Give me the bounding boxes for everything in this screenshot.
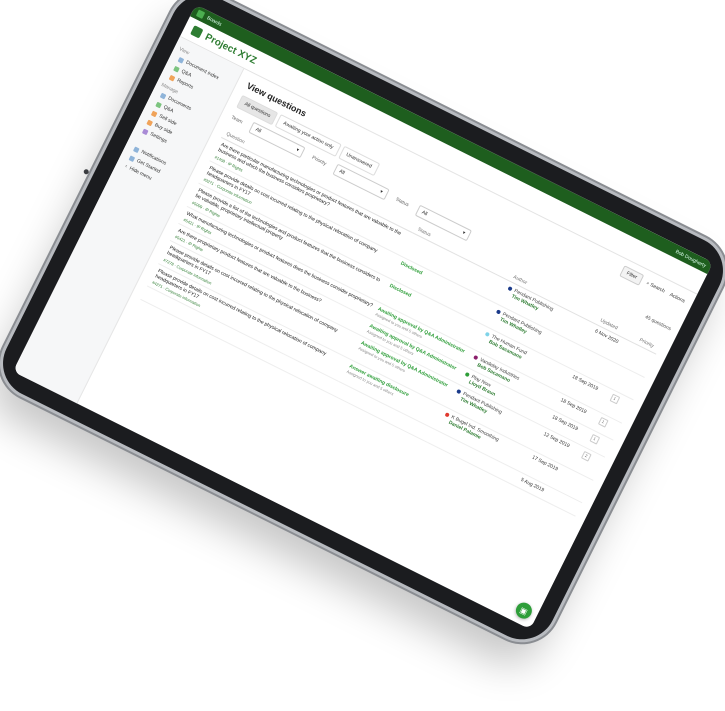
documents-icon — [159, 92, 167, 99]
priority-badge[interactable]: 1 — [597, 416, 609, 428]
chevron-left-icon: ‹ — [124, 163, 129, 170]
team-filter-label: Team — [229, 114, 244, 126]
camera-icon — [82, 168, 90, 176]
author-avatar-dot — [495, 308, 502, 315]
filter-button[interactable]: Filter — [619, 265, 644, 286]
chevron-down-icon: ▾ — [295, 147, 300, 154]
qa-icon — [173, 65, 181, 73]
search-label: Search — [648, 282, 666, 295]
author-avatar-dot — [484, 331, 490, 337]
actions-button[interactable]: Actions — [669, 292, 686, 305]
sidebar-item-label: Q&A — [162, 104, 175, 115]
chat-icon: ▣ — [518, 604, 530, 617]
status-filter-label: Status — [394, 196, 410, 209]
priority-badge[interactable]: 1 — [609, 393, 620, 405]
sidebar-item-label: Q&A — [180, 68, 193, 79]
reports-icon — [168, 74, 176, 82]
priority-badge[interactable]: 2 — [580, 450, 592, 462]
sell-side-icon — [151, 110, 158, 117]
document-icon — [177, 56, 185, 64]
qa-icon — [155, 101, 163, 108]
buy-side-icon — [146, 119, 154, 126]
rocket-icon — [128, 154, 136, 162]
bell-icon — [133, 145, 140, 153]
settings-icon — [142, 128, 149, 135]
author-avatar-dot — [455, 388, 462, 395]
chevron-down-icon: ▾ — [378, 188, 384, 196]
search-button[interactable]: ⌕ Search — [645, 280, 666, 294]
author-avatar-dot — [473, 354, 479, 360]
app-screen: Boards Bob Dougherty Project XYZ View Do… — [12, 4, 714, 630]
tablet-device: Boards Bob Dougherty Project XYZ View Do… — [0, 0, 725, 651]
author-avatar-dot — [507, 285, 513, 292]
priority-filter-label: Priority — [310, 154, 328, 168]
team-select-value: All — [254, 126, 262, 135]
status-select-value: All — [420, 209, 429, 218]
author-avatar-dot — [444, 411, 450, 417]
project-logo-icon — [190, 25, 204, 39]
author-avatar-dot — [464, 371, 470, 377]
priority-select-value: All — [338, 168, 346, 177]
app-logo-icon[interactable] — [195, 9, 206, 19]
priority-badge[interactable]: 1 — [589, 433, 600, 445]
chat-button[interactable]: ▣ — [513, 599, 535, 622]
chevron-down-icon: ▾ — [461, 229, 467, 237]
